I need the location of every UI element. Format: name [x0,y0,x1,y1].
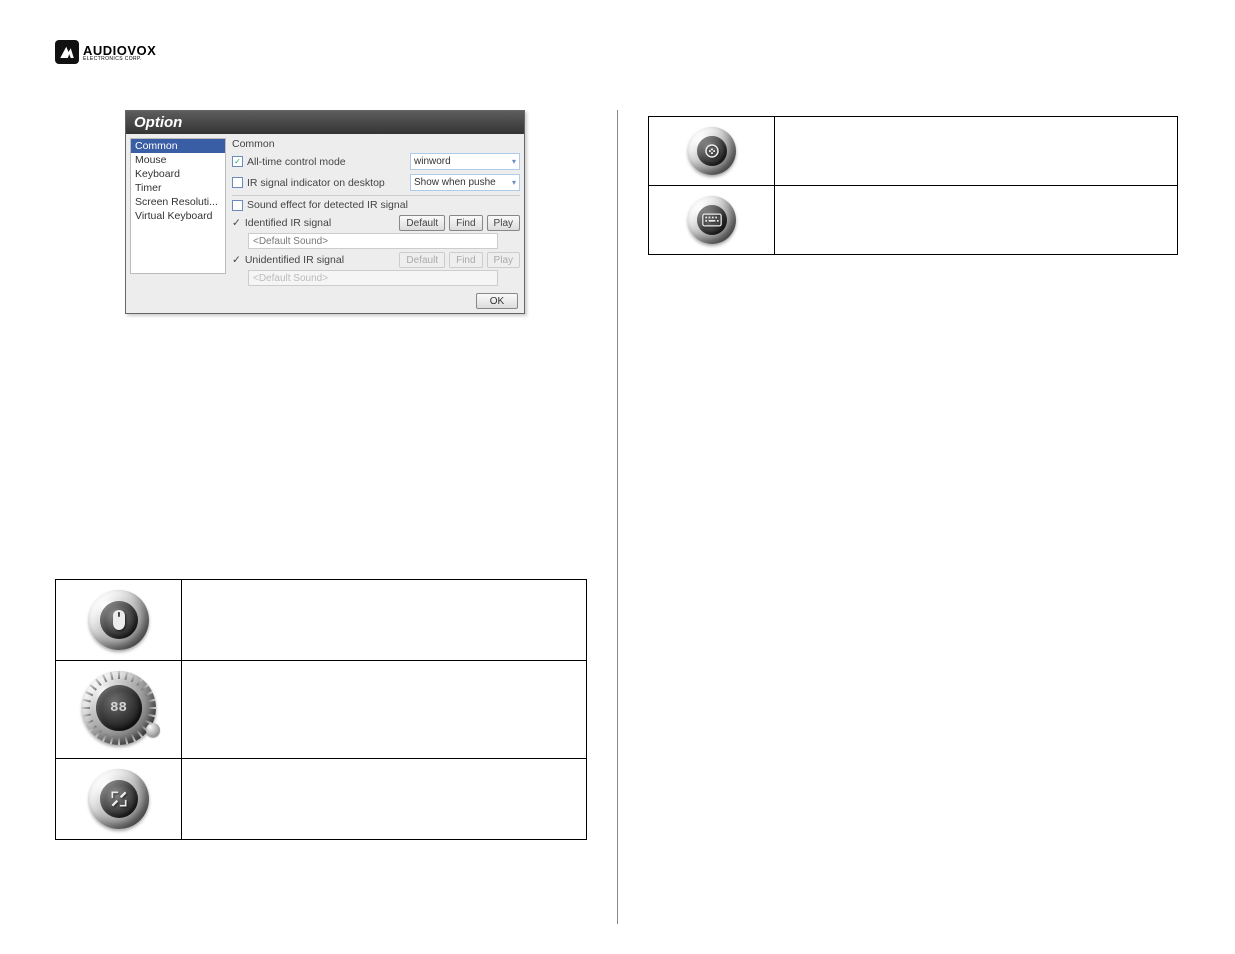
timer-face: 88 [96,685,142,731]
unidentified-sound-field: <Default Sound> [248,270,498,286]
right-icon-table [648,116,1178,255]
unidentified-default-button: Default [399,252,445,268]
unidentified-play-button: Play [487,252,520,268]
keyboard-icon [688,196,736,244]
unidentified-label: Unidentified IR signal [245,254,396,266]
sidebar-item-mouse[interactable]: Mouse [131,153,225,167]
timer-icon: 88 [82,671,156,745]
identified-play-button[interactable]: Play [487,215,520,231]
sidebar-item-keyboard[interactable]: Keyboard [131,167,225,181]
sidebar-item-virtual-keyboard[interactable]: Virtual Keyboard [131,209,225,223]
sidebar-item-timer[interactable]: Timer [131,181,225,195]
mouse-icon [89,590,149,650]
table-row [56,759,587,840]
mouse-desc [182,580,587,661]
resolution-icon [89,769,149,829]
table-row [649,117,1178,186]
page-columns: Option Common Mouse Keyboard Timer Scree… [55,110,1180,924]
option-dialog: Option Common Mouse Keyboard Timer Scree… [125,110,525,314]
dialog-sidebar: Common Mouse Keyboard Timer Screen Resol… [130,138,226,274]
dialog-title: Option [126,111,524,134]
ok-button[interactable]: OK [476,293,518,309]
identified-sound-field[interactable]: <Default Sound> [248,233,498,249]
table-row [56,580,587,661]
chevron-down-icon: ▾ [512,178,516,187]
identified-default-button[interactable]: Default [399,215,445,231]
table-row: 88 [56,661,587,759]
dialog-main: Common ✓ All-time control mode winword ▾… [232,138,520,286]
alltime-label: All-time control mode [247,156,406,168]
indicator-combo-value: Show when pushe [414,177,496,188]
resolution-desc [182,759,587,840]
identified-label: Identified IR signal [245,217,396,229]
mce-button-icon [688,127,736,175]
left-icon-table: 88 [55,579,587,840]
chevron-down-icon: ▾ [512,157,516,166]
alltime-checkbox[interactable]: ✓ [232,156,243,167]
common-section-label: Common [232,138,520,150]
right-column [618,110,1180,924]
brand-logo: AUDIOVOX ELECTRONICS CORP. [55,40,156,64]
indicator-combo[interactable]: Show when pushe ▾ [410,174,520,191]
alltime-combo[interactable]: winword ▾ [410,153,520,170]
keyboard-desc [775,186,1178,255]
alltime-combo-value: winword [414,156,451,167]
indicator-label: IR signal indicator on desktop [247,177,406,189]
timer-desc [182,661,587,759]
left-column: Option Common Mouse Keyboard Timer Scree… [55,110,618,924]
identified-find-button[interactable]: Find [449,215,482,231]
sound-effect-label: Sound effect for detected IR signal [247,199,408,211]
sidebar-item-screen-resolution[interactable]: Screen Resoluti... [131,195,225,209]
indicator-checkbox[interactable]: ✓ [232,177,243,188]
identified-checkbox[interactable]: ✓ [232,217,241,229]
logo-mark-icon [55,40,79,64]
unidentified-find-button: Find [449,252,482,268]
mce-button-desc [775,117,1178,186]
table-row [649,186,1178,255]
sidebar-item-common[interactable]: Common [131,139,225,153]
sound-effect-checkbox[interactable]: ✓ [232,200,243,211]
unidentified-checkbox[interactable]: ✓ [232,254,241,266]
